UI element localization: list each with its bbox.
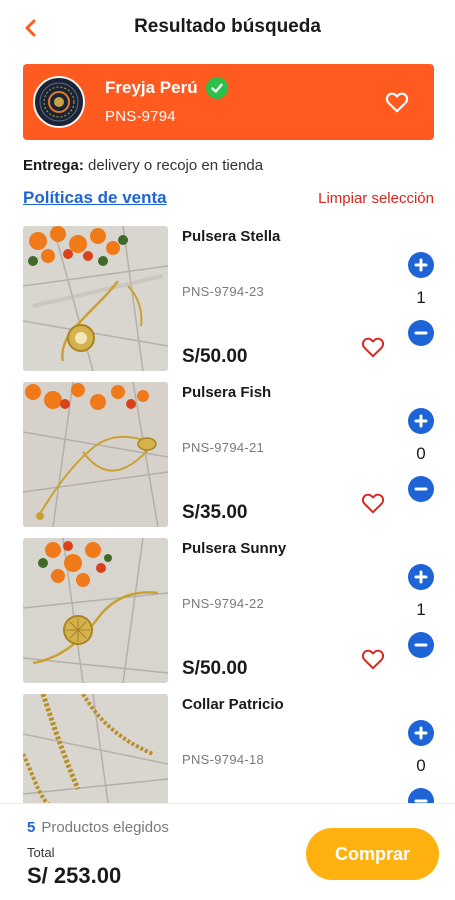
favorite-button[interactable] (360, 646, 386, 672)
heart-outline-icon (385, 92, 409, 113)
product-name: Collar Patricio (182, 696, 284, 713)
store-logo (33, 76, 85, 128)
product-name: Pulsera Sunny (182, 540, 287, 557)
checkout-footer: 5 Productos elegidos Total S/ 253.00 Comp… (0, 803, 455, 900)
product-item[interactable]: Collar Patricio PNS-9794-18 0 (0, 694, 455, 804)
sales-policies-link[interactable]: Políticas de venta (23, 188, 167, 208)
plus-icon (414, 258, 428, 272)
page-title: Resultado búsqueda (134, 16, 321, 37)
favorite-button[interactable] (360, 490, 386, 516)
product-price: S/35.00 (182, 502, 248, 523)
store-favorite-button[interactable] (384, 89, 410, 115)
store-name: Freyja Perú (105, 78, 198, 97)
product-image[interactable] (23, 226, 168, 371)
plus-icon (414, 726, 428, 740)
product-name: Pulsera Stella (182, 228, 281, 245)
heart-outline-icon (361, 337, 385, 358)
store-code: PNS-9794 (105, 108, 176, 125)
buy-button[interactable]: Comprar (306, 828, 439, 880)
check-badge-icon (205, 77, 228, 99)
product-code: PNS-9794-21 (182, 440, 265, 455)
quantity-value: 1 (416, 600, 426, 619)
favorite-button[interactable] (360, 334, 386, 360)
increase-quantity-button[interactable] (408, 720, 434, 746)
heart-outline-icon (361, 649, 385, 670)
clear-selection-link[interactable]: Limpiar selección (318, 190, 434, 207)
product-code: PNS-9794-18 (182, 752, 265, 767)
delivery-info: Entrega: delivery o recojo en tienda (23, 157, 263, 174)
decrease-quantity-button[interactable] (408, 476, 434, 502)
quantity-value: 1 (416, 288, 426, 307)
product-code: PNS-9794-23 (182, 284, 265, 299)
store-card[interactable]: Freyja Perú PNS-9794 (23, 64, 434, 140)
delivery-value: delivery o recojo en tienda (83, 157, 264, 174)
heart-outline-icon (361, 493, 385, 514)
decrease-quantity-button[interactable] (408, 320, 434, 346)
product-image[interactable] (23, 538, 168, 683)
delivery-label: Entrega: (23, 157, 84, 174)
total-label: Total (27, 845, 55, 860)
plus-icon (414, 414, 428, 428)
product-item[interactable]: Pulsera Stella PNS-9794-23 S/50.00 1 (0, 226, 455, 374)
minus-icon (414, 331, 428, 335)
product-image[interactable] (23, 694, 168, 804)
increase-quantity-button[interactable] (408, 564, 434, 590)
minus-icon (414, 643, 428, 647)
product-price: S/50.00 (182, 346, 248, 367)
decrease-quantity-button[interactable] (408, 788, 434, 804)
product-name: Pulsera Fish (182, 384, 272, 401)
total-amount: S/ 253.00 (27, 863, 122, 888)
product-image[interactable] (23, 382, 168, 527)
product-item[interactable]: Pulsera Sunny PNS-9794-22 S/50.00 1 (0, 538, 455, 686)
product-item[interactable]: Pulsera Fish PNS-9794-21 S/35.00 0 (0, 382, 455, 530)
product-code: PNS-9794-22 (182, 596, 265, 611)
decrease-quantity-button[interactable] (408, 632, 434, 658)
quantity-value: 0 (416, 756, 426, 775)
increase-quantity-button[interactable] (408, 408, 434, 434)
selected-count-number: 5 (27, 819, 36, 836)
store-name-row: Freyja Perú (105, 77, 228, 99)
minus-icon (414, 487, 428, 491)
app-header: Resultado búsqueda (0, 0, 455, 56)
quantity-value: 0 (416, 444, 426, 463)
product-price: S/50.00 (182, 658, 248, 679)
increase-quantity-button[interactable] (408, 252, 434, 278)
selected-count: 5 Productos elegidos (27, 819, 169, 836)
selected-count-label: Productos elegidos (41, 819, 169, 836)
plus-icon (414, 570, 428, 584)
